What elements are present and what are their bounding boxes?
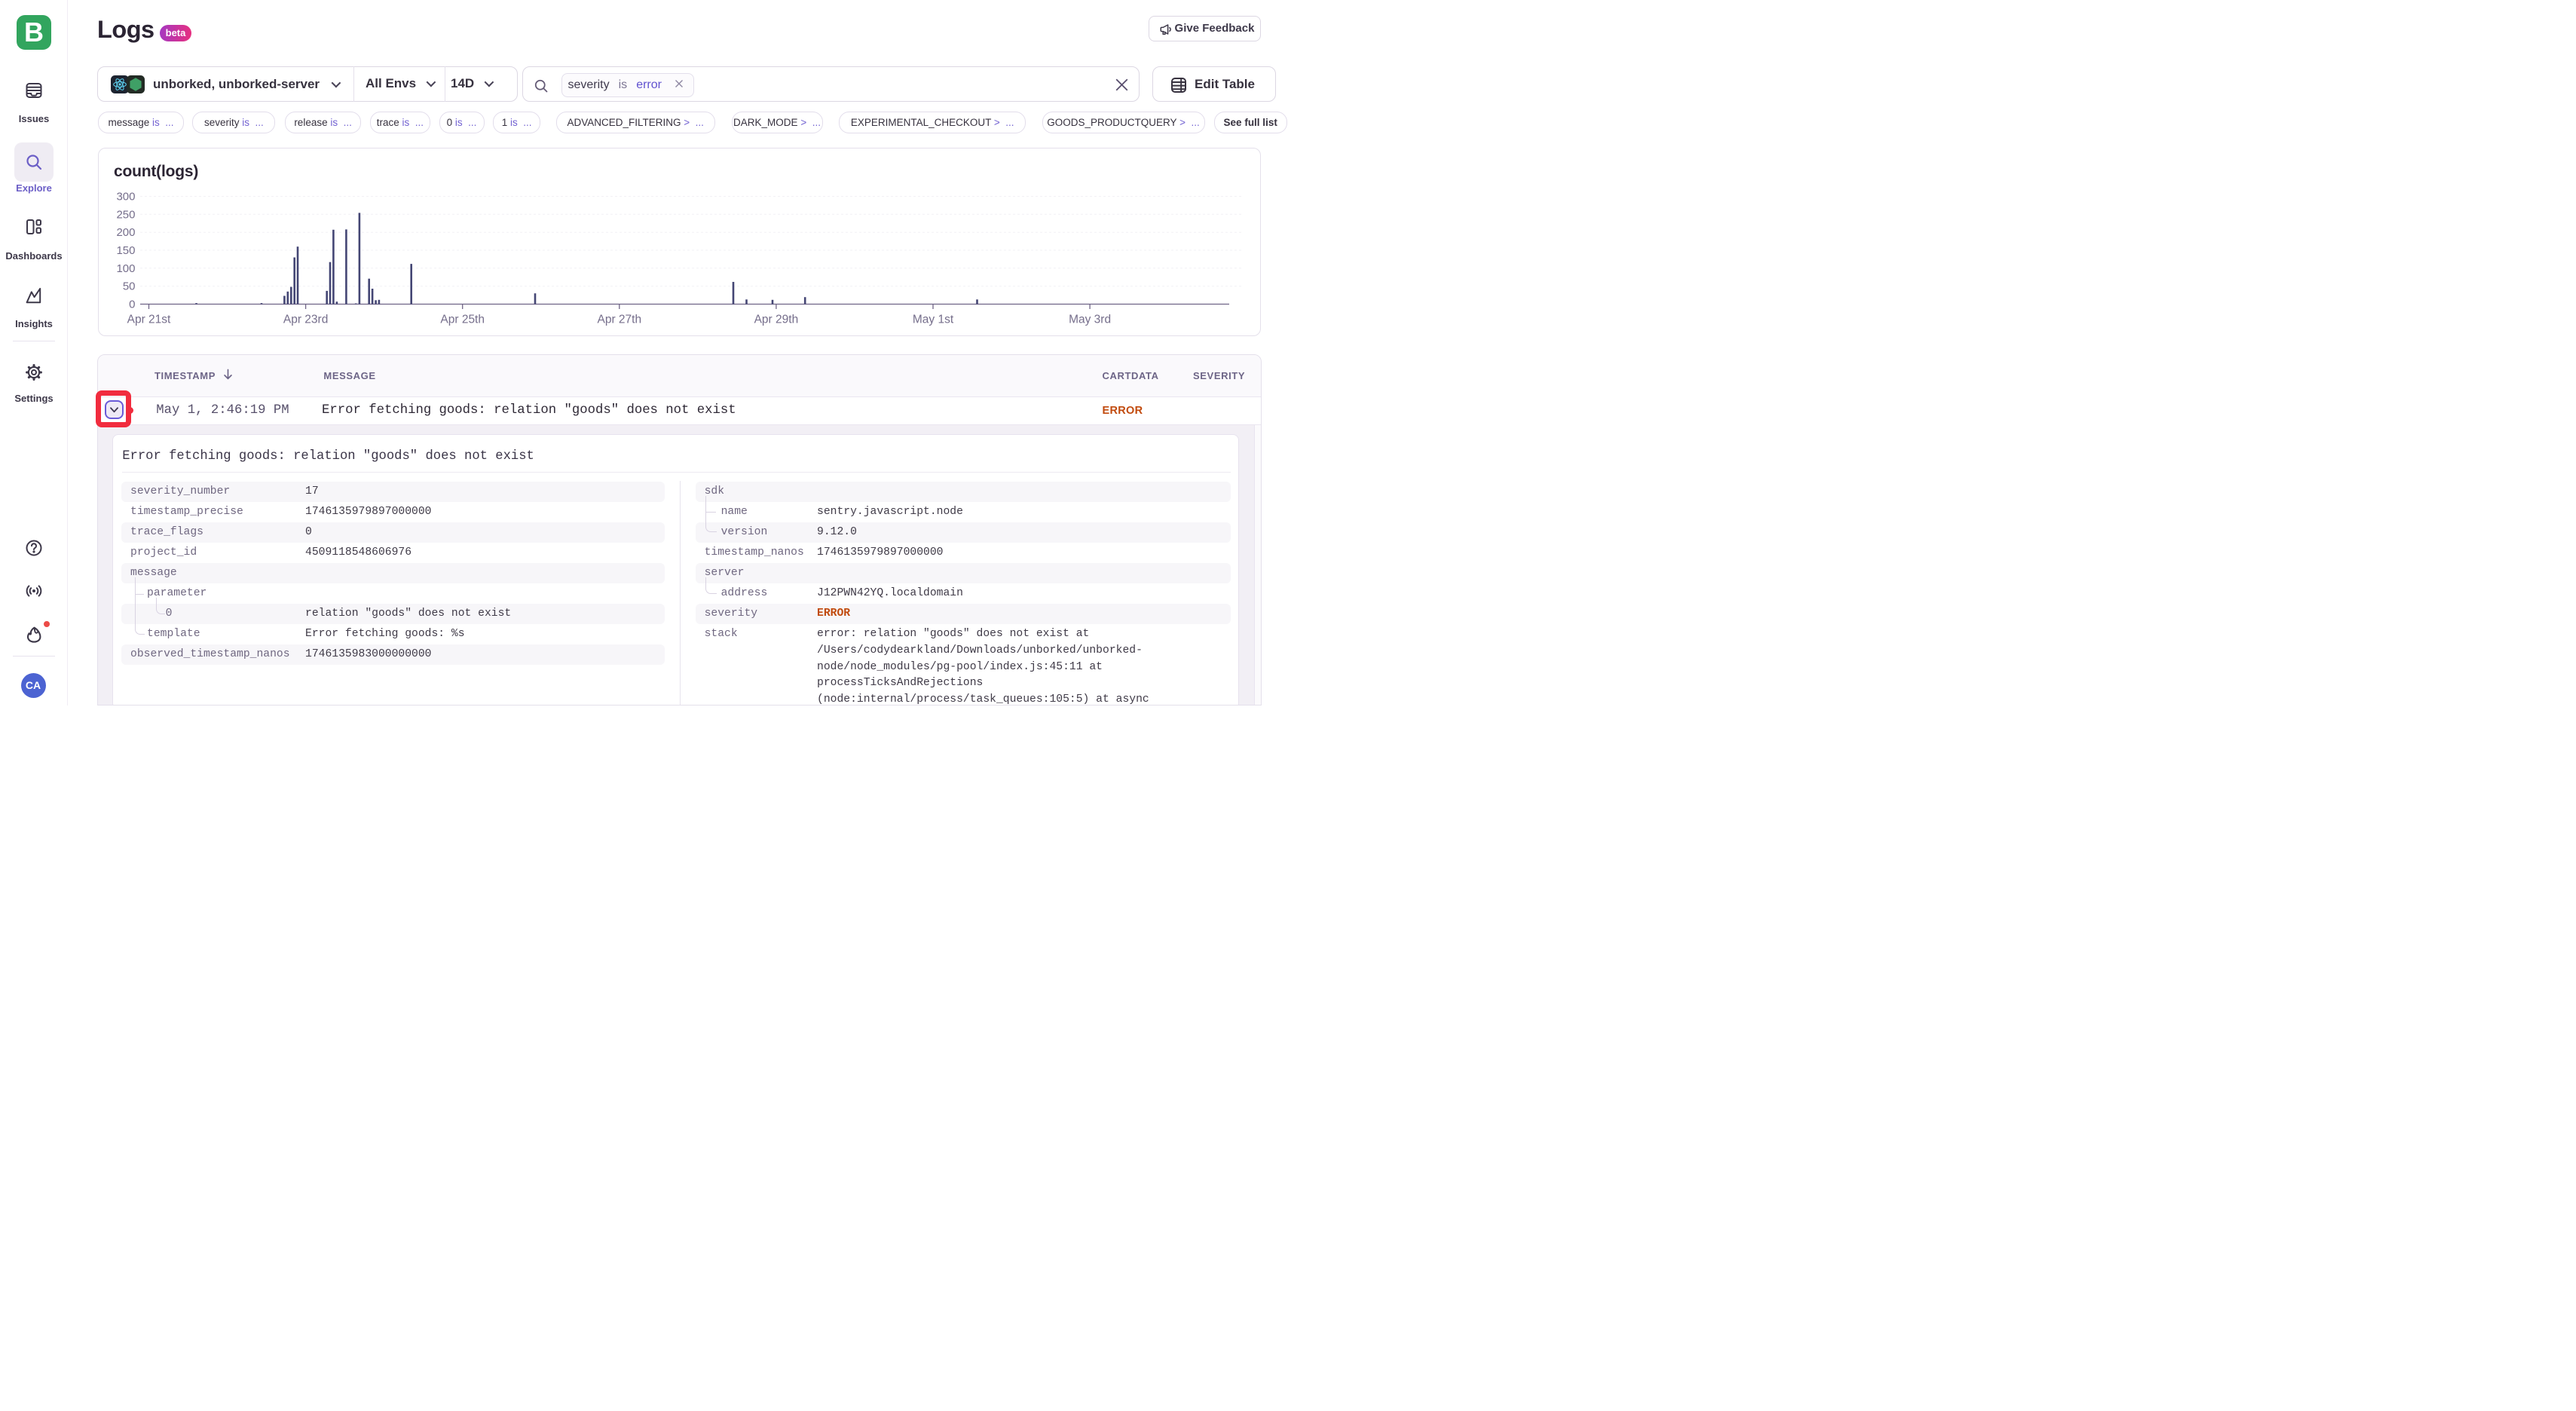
svg-text:0: 0 (129, 298, 135, 311)
svg-text:Apr 25th: Apr 25th (440, 314, 485, 326)
svg-text:200: 200 (116, 226, 135, 239)
svg-text:Apr 23rd: Apr 23rd (283, 314, 328, 326)
svg-text:Apr 27th: Apr 27th (597, 314, 641, 326)
svg-text:50: 50 (123, 280, 136, 293)
svg-text:May 1st: May 1st (913, 314, 954, 326)
svg-text:Apr 21st: Apr 21st (127, 314, 171, 326)
svg-text:250: 250 (116, 208, 135, 221)
svg-text:150: 150 (116, 244, 135, 257)
svg-text:300: 300 (116, 191, 135, 204)
svg-text:100: 100 (116, 262, 135, 275)
svg-text:May 3rd: May 3rd (1069, 314, 1111, 326)
svg-text:Apr 29th: Apr 29th (754, 314, 799, 326)
